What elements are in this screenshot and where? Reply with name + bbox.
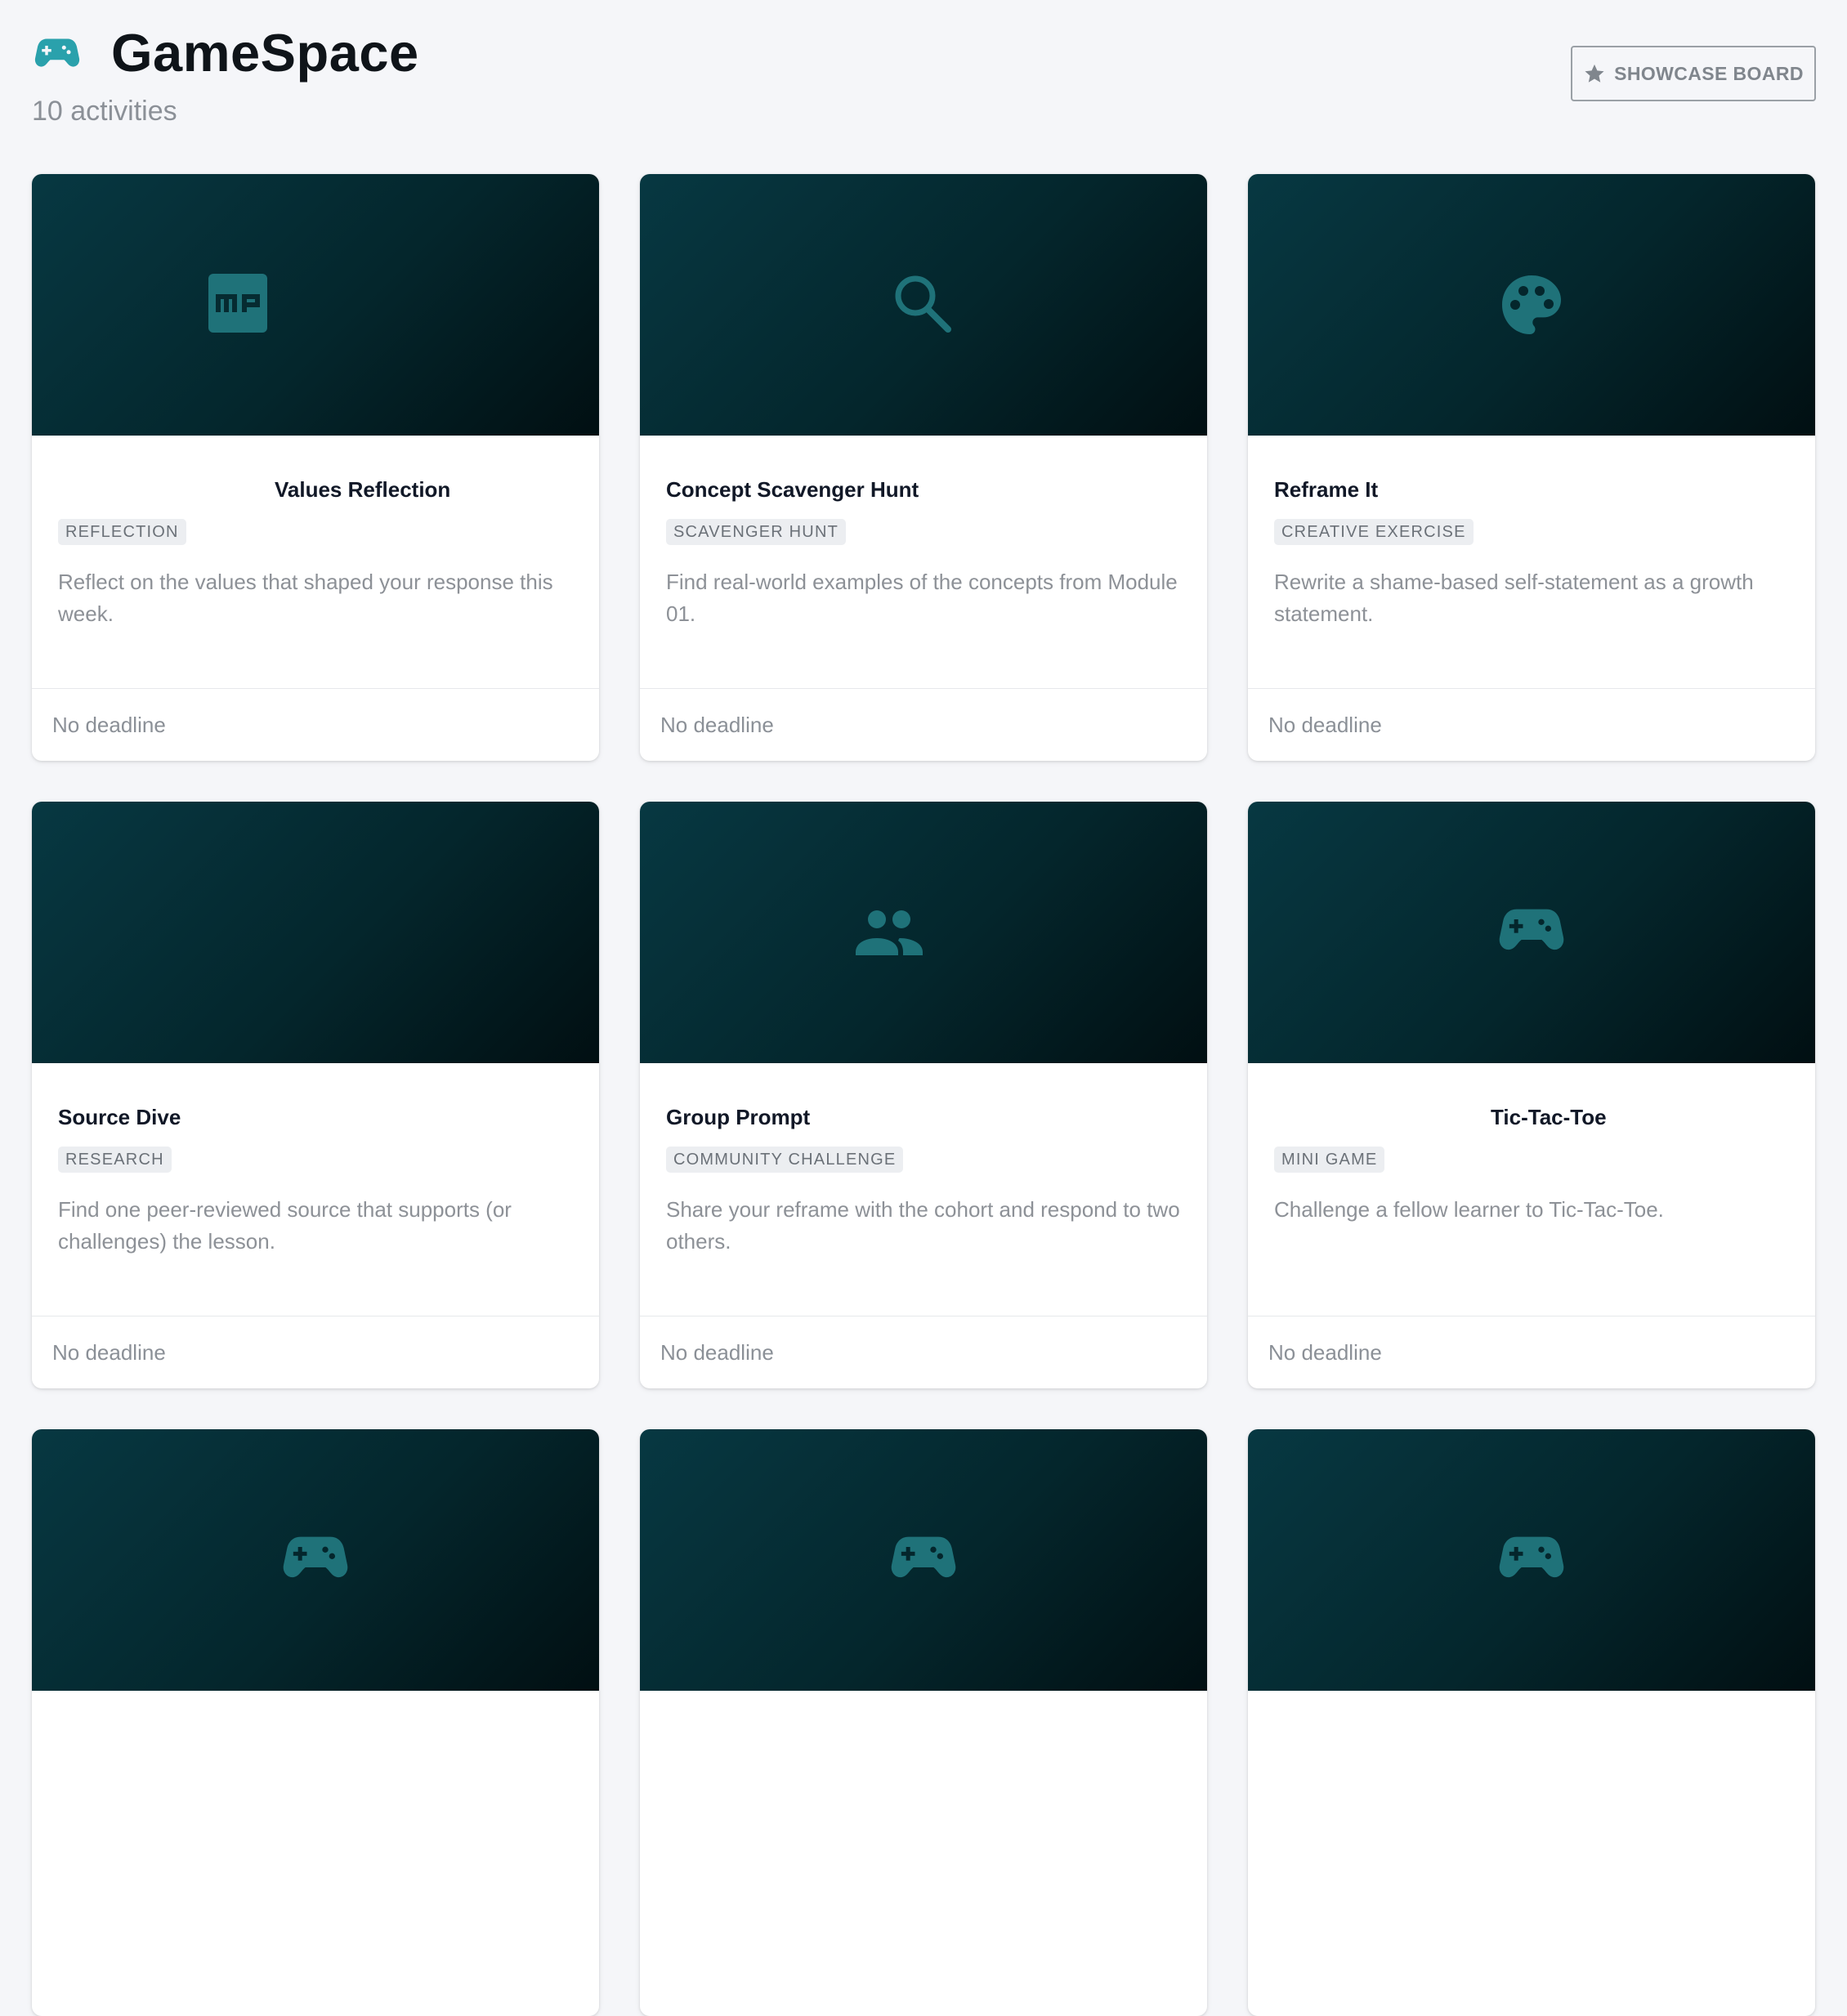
group-icon bbox=[849, 900, 931, 965]
gamepad-icon bbox=[1499, 900, 1564, 965]
deadline-text: No deadline bbox=[52, 1340, 166, 1365]
page-header: GameSpace 10 activities SHOWCASE BOARD bbox=[0, 0, 1847, 155]
card-title: Tic-Tac-Toe bbox=[1491, 1105, 1607, 1129]
star-icon bbox=[1585, 64, 1604, 83]
card-body bbox=[1248, 1691, 1815, 1926]
card-banner bbox=[32, 1429, 599, 1691]
card-banner bbox=[1248, 1429, 1815, 1691]
activity-card[interactable]: Group Prompt COMMUNITY CHALLENGE Share y… bbox=[640, 802, 1207, 1388]
deadline-text: No deadline bbox=[1268, 1340, 1382, 1365]
card-description: Share your reframe with the cohort and r… bbox=[666, 1197, 1180, 1254]
gamepad-icon bbox=[34, 36, 80, 74]
card-body: Group Prompt COMMUNITY CHALLENGE Share y… bbox=[640, 1063, 1207, 1299]
deadline-text: No deadline bbox=[52, 713, 166, 737]
card-title: Source Dive bbox=[58, 1105, 181, 1129]
card-description: Rewrite a shame-based self-statement as … bbox=[1274, 570, 1754, 626]
card-description: Find one peer-reviewed source that suppo… bbox=[58, 1197, 512, 1254]
category-tag: COMMUNITY CHALLENGE bbox=[666, 1147, 904, 1173]
deadline-text: No deadline bbox=[1268, 713, 1382, 737]
activity-card[interactable] bbox=[640, 1429, 1207, 2016]
activity-count: 10 activities bbox=[32, 96, 177, 127]
activity-grid: Values Reflection REFLECTION Reflect on … bbox=[32, 174, 1817, 2016]
category-tag: RESEARCH bbox=[58, 1147, 172, 1173]
card-footer: No deadline bbox=[640, 1316, 1207, 1388]
card-banner bbox=[32, 174, 599, 436]
card-body: Values Reflection REFLECTION Reflect on … bbox=[32, 436, 599, 671]
card-description: Reflect on the values that shaped your r… bbox=[58, 570, 553, 626]
card-title: Group Prompt bbox=[666, 1105, 811, 1129]
card-banner bbox=[640, 1429, 1207, 1691]
card-footer: No deadline bbox=[1248, 1316, 1815, 1388]
card-title: Reframe It bbox=[1274, 477, 1379, 502]
activity-card[interactable]: Tic-Tac-Toe MINI GAME Challenge a fellow… bbox=[1248, 802, 1815, 1388]
card-banner bbox=[1248, 174, 1815, 436]
category-tag: MINI GAME bbox=[1274, 1147, 1385, 1173]
card-description: Challenge a fellow learner to Tic-Tac-To… bbox=[1274, 1197, 1664, 1222]
activity-card[interactable] bbox=[32, 1429, 599, 2016]
card-body bbox=[32, 1691, 599, 1926]
activity-card[interactable]: Concept Scavenger Hunt SCAVENGER HUNT Fi… bbox=[640, 174, 1207, 761]
category-tag: SCAVENGER HUNT bbox=[666, 519, 847, 545]
card-footer: No deadline bbox=[640, 688, 1207, 761]
card-title: Concept Scavenger Hunt bbox=[666, 477, 919, 502]
card-body: Reframe It CREATIVE EXERCISE Rewrite a s… bbox=[1248, 436, 1815, 671]
gamepad-icon bbox=[891, 1527, 956, 1593]
deadline-text: No deadline bbox=[660, 1340, 774, 1365]
category-tag: REFLECTION bbox=[58, 519, 186, 545]
card-body: Tic-Tac-Toe MINI GAME Challenge a fellow… bbox=[1248, 1063, 1815, 1299]
card-body bbox=[640, 1691, 1207, 1926]
card-footer: No deadline bbox=[1248, 688, 1815, 761]
category-tag: CREATIVE EXERCISE bbox=[1274, 519, 1474, 545]
card-description: Find real-world examples of the concepts… bbox=[666, 570, 1178, 626]
mp-icon bbox=[207, 272, 272, 337]
activity-card[interactable] bbox=[1248, 1429, 1815, 2016]
showcase-board-label: SHOWCASE BOARD bbox=[1614, 62, 1804, 84]
card-footer: No deadline bbox=[32, 688, 599, 761]
card-body: Concept Scavenger Hunt SCAVENGER HUNT Fi… bbox=[640, 436, 1207, 671]
card-banner bbox=[1248, 802, 1815, 1063]
card-body: Source Dive RESEARCH Find one peer-revie… bbox=[32, 1063, 599, 1299]
activity-card[interactable]: Reframe It CREATIVE EXERCISE Rewrite a s… bbox=[1248, 174, 1815, 761]
activity-card[interactable]: Values Reflection REFLECTION Reflect on … bbox=[32, 174, 599, 761]
card-banner bbox=[640, 802, 1207, 1063]
deadline-text: No deadline bbox=[660, 713, 774, 737]
showcase-board-button[interactable]: SHOWCASE BOARD bbox=[1571, 46, 1816, 101]
gamepad-icon bbox=[283, 1527, 348, 1593]
palette-icon bbox=[1499, 272, 1564, 337]
card-banner bbox=[640, 174, 1207, 436]
search-icon bbox=[891, 272, 956, 337]
page-title: GameSpace bbox=[111, 23, 419, 83]
card-title: Values Reflection bbox=[275, 477, 451, 502]
gamepad-icon bbox=[1499, 1527, 1564, 1593]
activity-card[interactable]: Source Dive RESEARCH Find one peer-revie… bbox=[32, 802, 599, 1388]
card-banner bbox=[32, 802, 599, 1063]
card-footer: No deadline bbox=[32, 1316, 599, 1388]
